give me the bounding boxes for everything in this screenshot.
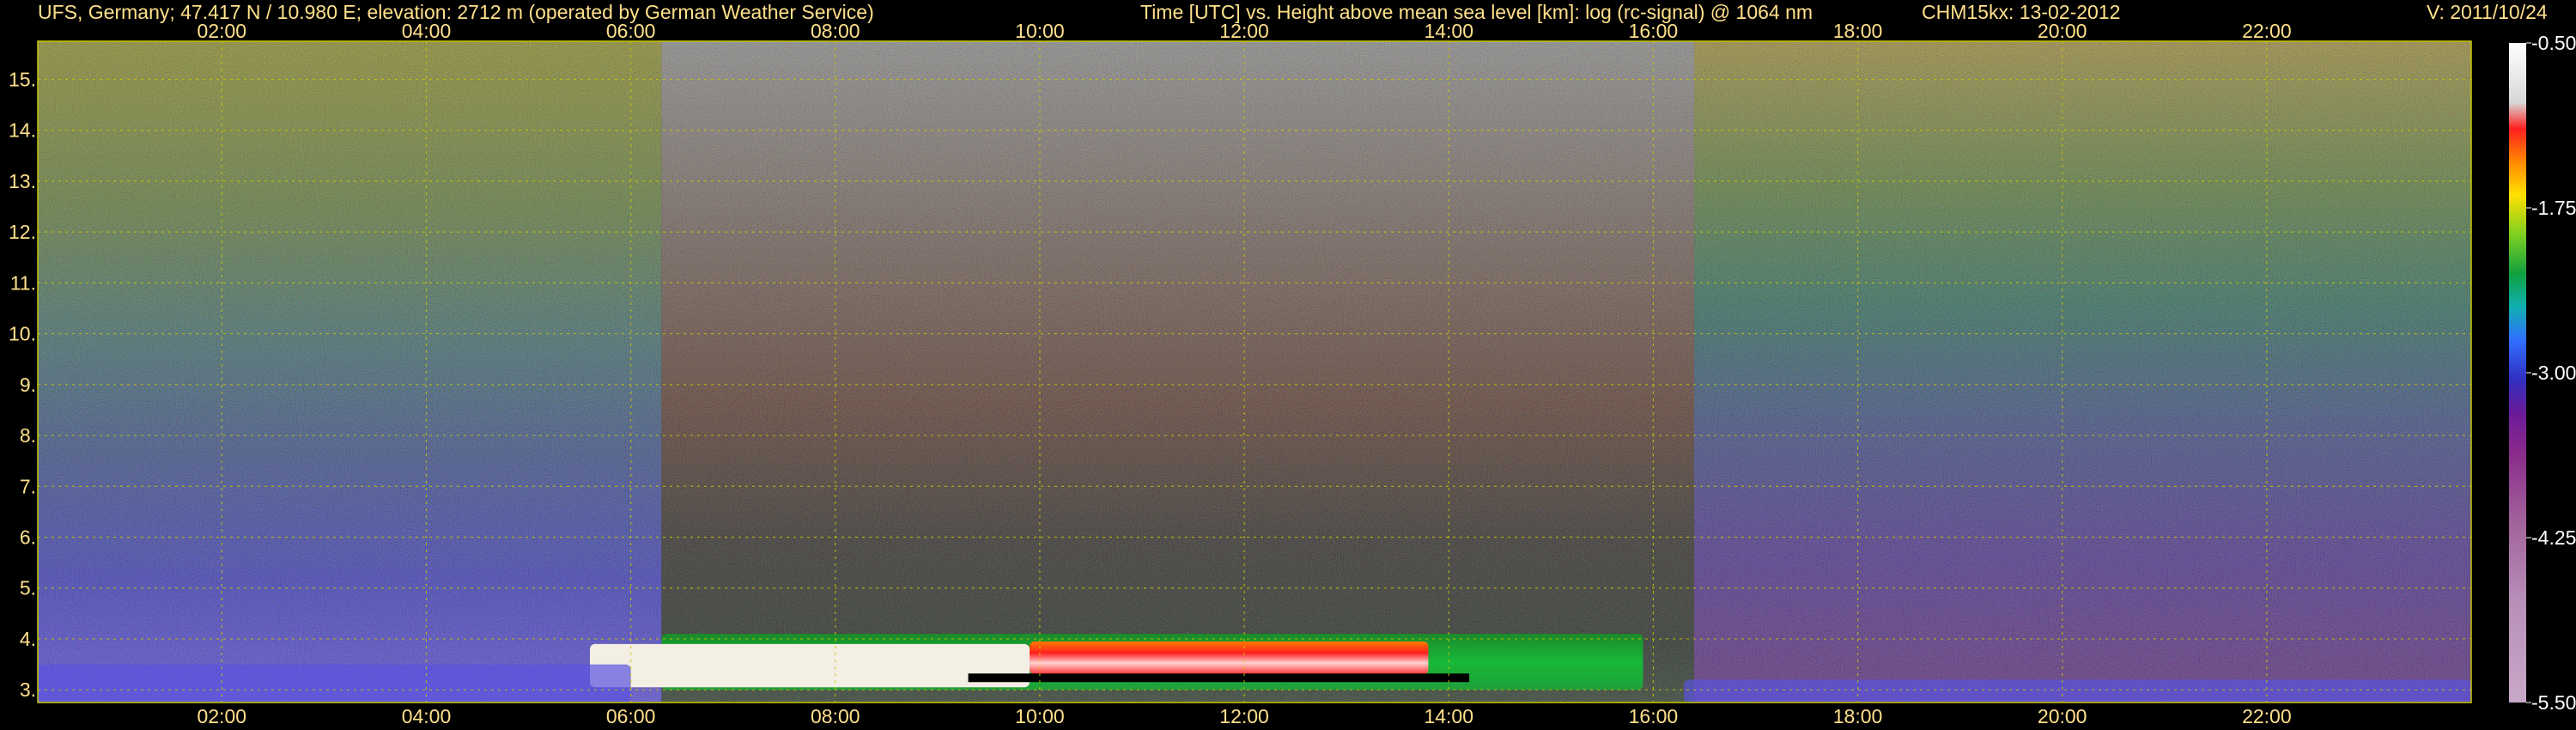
colorbar-gradient	[2509, 43, 2526, 703]
heatmap-plot-area	[38, 41, 2471, 703]
feature-aerosol-layer-core	[1030, 641, 1429, 675]
x-tick-label-bottom: 16:00	[1629, 705, 1679, 727]
x-tick-label-bottom: 08:00	[811, 705, 860, 727]
x-tick-label-top: 08:00	[811, 20, 860, 42]
x-tick-label-top: 04:00	[402, 20, 452, 42]
noise-texture	[38, 41, 2471, 703]
y-tick-label: 9.	[20, 374, 36, 396]
ceilometer-chart: 02:00 04:00 06:00 08:00 10:00 12:00 14:00 16:00…	[9, 20, 2576, 727]
y-tick-label: 7.	[20, 475, 36, 497]
x-tick-label-top: 12:00	[1219, 20, 1269, 42]
x-tick-label-top: 06:00	[606, 20, 656, 42]
x-axis-bottom: 02:00 04:00 06:00 08:00 10:00 12:00 14:00 16:00…	[197, 705, 2292, 727]
y-tick-label: 4.	[20, 628, 36, 650]
y-tick-label: 12.	[9, 221, 36, 243]
y-tick-label: 14.	[9, 119, 36, 142]
x-tick-label-top: 14:00	[1424, 20, 1473, 42]
y-tick-label: 11.	[10, 271, 36, 294]
x-tick-label-top: 02:00	[197, 20, 247, 42]
x-tick-label-top: 18:00	[1833, 20, 1883, 42]
x-tick-label-top: 16:00	[1629, 20, 1679, 42]
x-tick-label-bottom: 22:00	[2242, 705, 2292, 727]
colorbar-tick-label: -5.50	[2531, 691, 2576, 714]
y-tick-label: 13.	[9, 170, 36, 192]
x-tick-label-bottom: 20:00	[2038, 705, 2087, 727]
colorbar-tick-label: -0.50	[2531, 32, 2576, 54]
colorbar-tick-label: -4.25	[2531, 526, 2576, 549]
y-tick-label: 6.	[20, 526, 36, 549]
x-tick-label-bottom: 12:00	[1219, 705, 1269, 727]
x-tick-label-top: 10:00	[1015, 20, 1065, 42]
x-tick-label-bottom: 04:00	[402, 705, 452, 727]
colorbar-tick-label: -3.00	[2531, 362, 2576, 384]
y-tick-label: 8.	[20, 424, 36, 447]
y-tick-label: 15.	[9, 68, 36, 90]
colorbar-tick-label: -1.75	[2531, 197, 2576, 219]
feature-night-low-layer	[38, 664, 631, 703]
x-tick-label-bottom: 18:00	[1833, 705, 1883, 727]
y-tick-label: 10.	[9, 323, 36, 345]
y-tick-label: 5.	[20, 577, 36, 599]
y-axis: 3. 4. 5. 6. 7. 8. 9. 10. 11. 12. 13. 14. 15.	[9, 68, 36, 701]
x-axis-top: 02:00 04:00 06:00 08:00 10:00 12:00 14:00 16:00…	[197, 20, 2292, 42]
x-tick-label-bottom: 06:00	[606, 705, 656, 727]
x-tick-label-bottom: 10:00	[1015, 705, 1065, 727]
feature-cloud-base-layer	[590, 643, 1030, 688]
feature-night-low-layer	[1684, 679, 2471, 703]
x-tick-label-top: 22:00	[2242, 20, 2292, 42]
x-tick-label-top: 20:00	[2038, 20, 2087, 42]
x-tick-label-bottom: 02:00	[197, 705, 247, 727]
x-tick-label-bottom: 14:00	[1424, 705, 1473, 727]
low-signal-band	[968, 673, 1470, 683]
y-tick-label: 3.	[20, 678, 36, 701]
colorbar: -0.50 -1.75 -3.00 -4.25 -5.50	[2509, 32, 2576, 714]
